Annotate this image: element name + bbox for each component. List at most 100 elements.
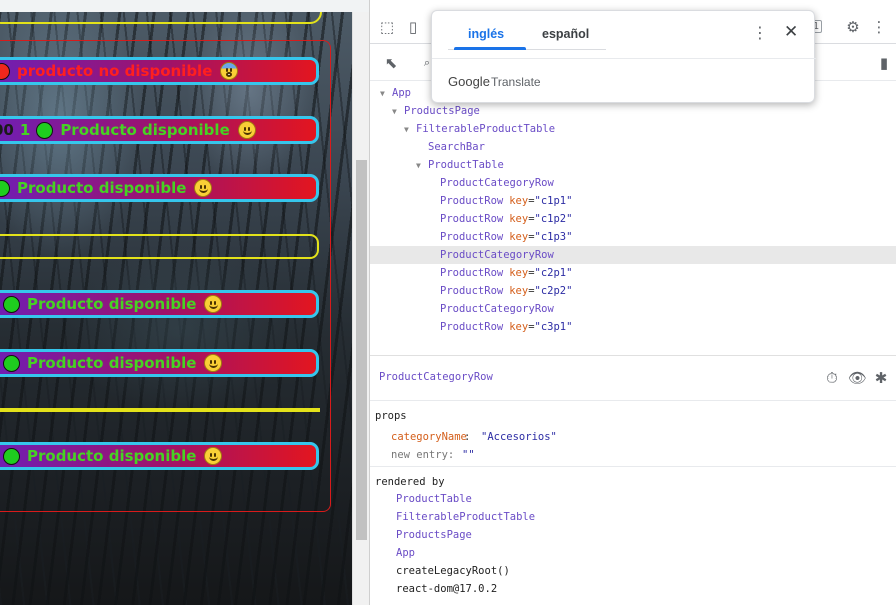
more-vert-icon[interactable]: ⋮: [870, 18, 888, 36]
tree-row[interactable]: ProductRow key="c3p1": [370, 318, 896, 336]
product-row: Producto disponible: [0, 174, 319, 202]
tab-language-spanish[interactable]: español: [542, 27, 589, 41]
component-name: ProductRow: [440, 195, 504, 207]
scrollbar-thumb[interactable]: [356, 160, 367, 540]
product-status-text: Producto disponible: [27, 447, 197, 465]
more-vert-icon[interactable]: ⋮: [752, 23, 768, 42]
translate-label: Translate: [491, 75, 541, 89]
smile-face-icon: [204, 354, 223, 372]
tree-row-content: SearchBar: [416, 138, 485, 156]
component-name: ProductCategoryRow: [440, 249, 554, 261]
green-status-dot-icon: [3, 447, 20, 465]
props-section: props categoryName : "Accesorios" new en…: [370, 402, 896, 467]
tree-row-content: ▼ FilterableProductTable: [404, 120, 555, 139]
tree-row-content: ProductRow key="c3p1": [428, 318, 572, 336]
rendered-by-owner[interactable]: App: [396, 547, 415, 559]
component-name: SearchBar: [428, 141, 485, 153]
tree-row[interactable]: ▼ FilterableProductTable: [370, 120, 896, 138]
tree-row-content: ▼ ProductsPage: [392, 102, 480, 121]
tree-row-content: ProductRow key="c1p2": [428, 210, 572, 228]
key-value: "c3p1": [534, 321, 573, 333]
popup-separator: [432, 58, 816, 59]
eye-icon[interactable]: 👁: [848, 369, 867, 387]
key-label: key: [509, 267, 529, 279]
rendered-by-section: rendered by ProductTable FilterableProdu…: [370, 468, 896, 605]
page-scrollbar[interactable]: [352, 0, 369, 605]
component-details: ProductCategoryRow ⏱ 👁 ✱ props categoryN…: [370, 355, 896, 605]
product-row: Producto disponible: [0, 442, 319, 470]
smile-face-icon: [204, 295, 223, 313]
rendered-by-root: createLegacyRoot(): [396, 565, 510, 577]
product-status-text: Producto disponible: [60, 121, 230, 139]
prop-colon: :: [464, 431, 471, 443]
google-translate-popup: inglés español ⋮ ✕ Google Translate: [431, 10, 816, 103]
tree-row[interactable]: ProductRow key="c2p1": [370, 264, 896, 282]
tab-language-english[interactable]: inglés: [468, 27, 504, 41]
tree-row[interactable]: SearchBar: [370, 138, 896, 156]
tree-row[interactable]: ProductRow key="c1p2": [370, 210, 896, 228]
rendered-by-owner[interactable]: ProductTable: [396, 493, 472, 505]
prop-name[interactable]: categoryName: [391, 431, 467, 443]
product-row: producto no disponible: [0, 57, 319, 85]
tree-row-content: ▼ ProductTable: [416, 156, 504, 175]
gear-icon[interactable]: ⚙: [844, 18, 862, 36]
component-name: ProductRow: [440, 213, 504, 225]
key-label: key: [509, 321, 529, 333]
key-value: "c1p2": [534, 213, 573, 225]
product-status-text: producto no disponible: [17, 62, 213, 80]
google-logo: Google: [448, 74, 490, 89]
key-label: key: [509, 231, 529, 243]
device-toggle-icon[interactable]: ▯: [404, 18, 422, 36]
props-title: props: [375, 410, 407, 422]
component-name: ProductCategoryRow: [440, 177, 554, 189]
key-label: key: [509, 285, 529, 297]
tree-row[interactable]: ▼ ProductsPage: [370, 102, 896, 120]
tree-row[interactable]: ProductCategoryRow: [370, 246, 896, 264]
product-status-text: Producto disponible: [27, 354, 197, 372]
close-icon[interactable]: ✕: [784, 22, 798, 42]
inspect-element-icon[interactable]: ⬚: [378, 18, 396, 36]
tree-row[interactable]: ▼ ProductTable: [370, 156, 896, 174]
tree-row-content: ProductRow key="c2p2": [428, 282, 572, 300]
bug-icon[interactable]: ✱: [872, 369, 890, 387]
expand-caret-icon[interactable]: ▼: [380, 85, 388, 103]
component-name: ProductRow: [440, 321, 504, 333]
product-row: Producto disponible: [0, 290, 319, 318]
product-count-prefix: 00: [0, 121, 14, 139]
tree-row[interactable]: ProductRow key="c2p2": [370, 282, 896, 300]
tree-row-content: ProductCategoryRow: [428, 300, 554, 318]
tree-row[interactable]: ProductCategoryRow: [370, 174, 896, 192]
component-name: ProductCategoryRow: [440, 303, 554, 315]
rendered-by-owner[interactable]: FilterableProductTable: [396, 511, 535, 523]
stopwatch-icon[interactable]: ⏱: [823, 369, 841, 387]
category-row: [0, 234, 319, 259]
new-entry-value[interactable]: "": [462, 449, 475, 461]
tree-row[interactable]: ProductRow key="c1p1": [370, 192, 896, 210]
component-name: FilterableProductTable: [416, 123, 556, 135]
select-component-icon[interactable]: ⬉: [382, 54, 400, 72]
tree-row-content: ▼ App: [380, 84, 411, 103]
scared-face-icon: [220, 62, 239, 80]
tree-row-content: ProductCategoryRow: [428, 174, 554, 192]
component-name: ProductRow: [440, 285, 504, 297]
smile-face-icon: [194, 179, 213, 197]
key-value: "c2p2": [534, 285, 573, 297]
tree-row[interactable]: ProductRow key="c1p3": [370, 228, 896, 246]
rendered-by-owner[interactable]: ProductsPage: [396, 529, 472, 541]
product-status-text: Producto disponible: [17, 179, 187, 197]
expand-caret-icon[interactable]: ▼: [416, 157, 424, 175]
tree-row[interactable]: ProductCategoryRow: [370, 300, 896, 318]
expand-caret-icon[interactable]: ▼: [392, 103, 400, 121]
component-name: App: [392, 87, 411, 99]
expand-caret-icon[interactable]: ▼: [404, 121, 412, 139]
tree-row-content: ProductRow key="c2p1": [428, 264, 572, 282]
green-status-dot-icon: [36, 121, 54, 139]
new-entry-label[interactable]: new entry:: [391, 449, 454, 461]
green-status-dot-icon: [0, 179, 10, 197]
tree-row-content: ProductRow key="c1p3": [428, 228, 572, 246]
product-row: 00 1 Producto disponible: [0, 116, 319, 144]
key-label: key: [509, 213, 529, 225]
prop-value[interactable]: "Accesorios": [481, 431, 557, 443]
selected-component-name: ProductCategoryRow: [379, 371, 493, 383]
smile-face-icon: [237, 121, 256, 139]
